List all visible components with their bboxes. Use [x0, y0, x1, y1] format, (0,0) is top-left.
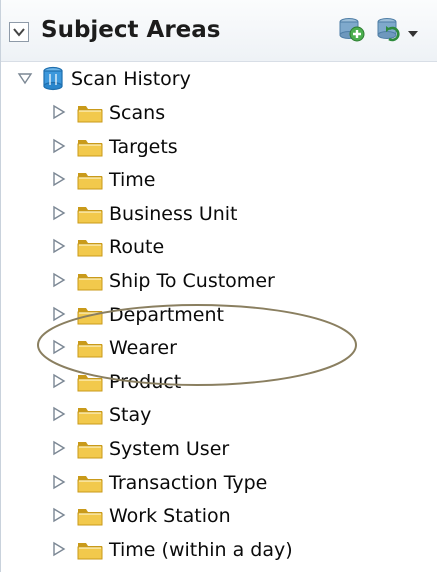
folder-icon — [77, 539, 103, 561]
panel-header: Subject Areas — [1, 0, 437, 62]
tree-item-label: Scans — [109, 102, 166, 124]
folder-icon — [77, 270, 103, 292]
panel-title: Subject Areas — [41, 17, 221, 43]
tree-root-scan-history[interactable]: Scan History — [1, 62, 437, 96]
tree-item-targets[interactable]: Targets — [1, 130, 437, 164]
folder-icon — [77, 505, 103, 527]
folder-icon — [77, 404, 103, 426]
tree-item-label: Product — [109, 370, 182, 393]
folder-icon — [77, 236, 103, 258]
collapsed-triangle-icon[interactable] — [51, 104, 67, 120]
folder-icon — [77, 169, 103, 191]
collapsed-triangle-icon[interactable] — [51, 406, 67, 422]
refresh-icon[interactable] — [375, 15, 403, 47]
folder-icon — [77, 472, 103, 494]
folder-icon — [77, 438, 103, 460]
collapsed-triangle-icon[interactable] — [51, 507, 67, 523]
collapsed-triangle-icon[interactable] — [51, 474, 67, 490]
collapsed-triangle-icon[interactable] — [51, 339, 67, 355]
tree-item-label: Business Unit — [109, 202, 238, 225]
folder-icon — [77, 136, 103, 158]
tree-item-time-within-a-day[interactable]: Time (within a day) — [1, 533, 437, 567]
collapsed-triangle-icon[interactable] — [51, 138, 67, 154]
tree-item-label: Time (within a day) — [109, 538, 293, 561]
tree-item-route[interactable]: Route — [1, 230, 437, 264]
tree-item-label: Ship To Customer — [109, 270, 275, 292]
tree-item-wearer[interactable]: Wearer — [1, 331, 437, 365]
tree-item-product[interactable]: Product — [1, 365, 437, 399]
folder-icon — [77, 304, 103, 326]
collapse-toggle-icon[interactable] — [9, 22, 29, 42]
tree-item-stay[interactable]: Stay — [1, 398, 437, 432]
collapsed-triangle-icon[interactable] — [51, 205, 67, 221]
tree-item-label: Stay — [109, 404, 152, 427]
tree-item-business-unit[interactable]: Business Unit — [1, 197, 437, 231]
tree-item-department[interactable]: Department — [1, 298, 437, 332]
tree-item-system-user[interactable]: System User — [1, 432, 437, 466]
tree-item-time[interactable]: Time — [1, 163, 437, 197]
create-analysis-icon[interactable] — [337, 15, 365, 47]
folder-icon — [77, 371, 103, 393]
folder-icon — [77, 337, 103, 359]
folder-icon — [77, 102, 103, 124]
tree-item-label: System User — [109, 438, 230, 460]
collapsed-triangle-icon[interactable] — [51, 238, 67, 254]
collapsed-triangle-icon[interactable] — [51, 373, 67, 389]
expanded-triangle-icon[interactable] — [17, 70, 33, 86]
tree-item-label: Route — [109, 236, 165, 259]
tree-item-ship-to-customer[interactable]: Ship To Customer — [1, 264, 437, 298]
dropdown-arrow-icon[interactable] — [407, 24, 419, 43]
tree-item-label: Department — [109, 303, 224, 326]
tree-item-label: Targets — [109, 135, 178, 158]
collapsed-triangle-icon[interactable] — [51, 171, 67, 187]
collapsed-triangle-icon[interactable] — [51, 272, 67, 288]
tree-item-label: Wearer — [109, 337, 177, 360]
tree-item-label: Time — [109, 169, 156, 192]
tree-item-transaction-type[interactable]: Transaction Type — [1, 466, 437, 500]
collapsed-triangle-icon[interactable] — [51, 541, 67, 557]
tree-item-work-station[interactable]: Work Station — [1, 499, 437, 533]
collapsed-triangle-icon[interactable] — [51, 306, 67, 322]
tree-item-scans[interactable]: Scans — [1, 96, 437, 130]
tree-root-label: Scan History — [71, 68, 191, 90]
tree-item-label: Transaction Type — [109, 471, 268, 494]
subject-area-cylinder-icon — [41, 66, 67, 91]
folder-icon — [77, 203, 103, 225]
tree-item-label: Work Station — [109, 505, 231, 528]
subject-areas-panel: Subject Areas Scan History Scans Targets… — [0, 0, 437, 572]
collapsed-triangle-icon[interactable] — [51, 440, 67, 456]
